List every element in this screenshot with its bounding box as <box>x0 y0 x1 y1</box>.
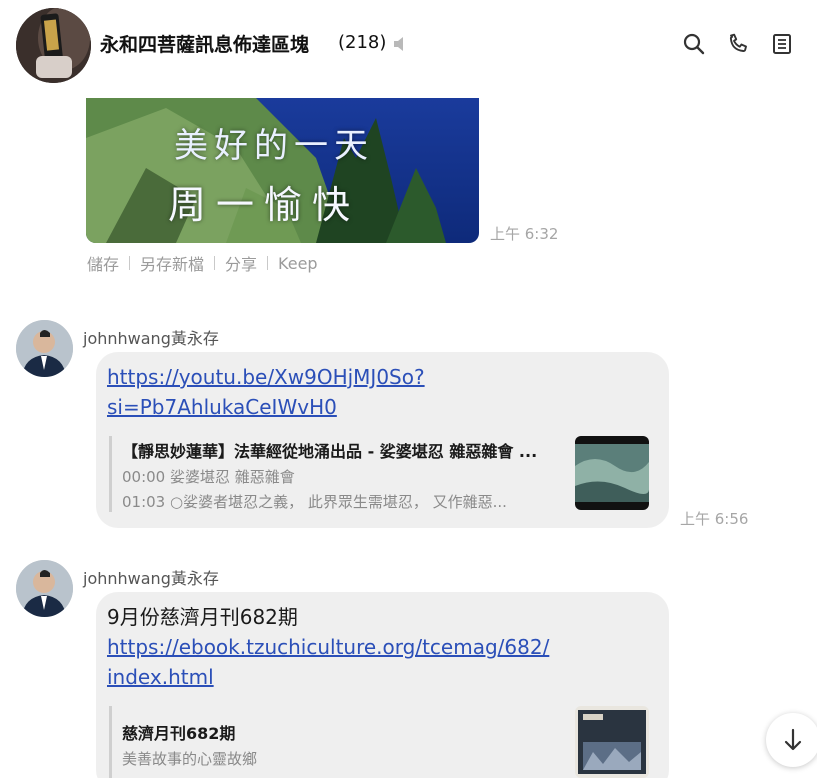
save-as-action[interactable]: 另存新檔 <box>140 251 204 275</box>
message-text: 9月份慈濟月刊682期 <box>107 605 298 629</box>
message-link[interactable]: https://youtu.be/Xw9OHjMJ0So? <box>107 362 425 392</box>
link-preview[interactable]: 【靜思妙蓮華】法華經從地涌出品 - 娑婆堪忍 雜惡雜會 ... 00:00 娑婆… <box>109 436 654 512</box>
image-message[interactable]: 美好的一天 周一愉快 <box>86 98 479 243</box>
search-icon[interactable] <box>682 32 706 56</box>
message-time: 上午 6:32 <box>490 225 559 243</box>
message-link[interactable]: https://ebook.tzuchiculture.org/tcemag/6… <box>107 632 549 662</box>
image-actions: 儲存 另存新檔 分享 Keep <box>87 251 318 275</box>
divider <box>129 256 131 270</box>
link-preview-description: 00:00 娑婆堪忍 雜惡雜會 <box>122 468 295 486</box>
link-preview-title: 慈濟月刊682期 <box>122 724 236 743</box>
member-count: (218) <box>338 32 387 53</box>
sender-avatar[interactable] <box>16 560 73 617</box>
sender-name: johnhwang黃永存 <box>83 329 219 348</box>
link-preview-description: 美善故事的心靈故鄉 <box>122 750 258 768</box>
sender-avatar[interactable] <box>16 320 73 377</box>
share-action[interactable]: 分享 <box>225 251 257 275</box>
message-time: 上午 6:56 <box>680 510 749 528</box>
link-preview-title: 【靜思妙蓮華】法華經從地涌出品 - 娑婆堪忍 雜惡雜會 ... <box>122 442 538 461</box>
group-avatar[interactable] <box>16 8 91 83</box>
message-link[interactable]: si=Pb7AhlukaCeIWvH0 <box>107 392 425 422</box>
sender-name: johnhwang黃永存 <box>83 569 219 588</box>
link-preview[interactable]: 慈濟月刊682期 美善故事的心靈故鄉 <box>109 706 654 778</box>
message-bubble: https://youtu.be/Xw9OHjMJ0So? si=Pb7Ahlu… <box>96 352 669 528</box>
speaker-muted-icon <box>391 34 411 54</box>
message-bubble: 9月份慈濟月刊682期 https://ebook.tzuchiculture.… <box>96 592 669 778</box>
link-preview-thumbnail <box>575 436 649 510</box>
message-link[interactable]: index.html <box>107 662 549 692</box>
divider <box>267 256 269 270</box>
link-preview-thumbnail <box>575 706 649 778</box>
phone-icon[interactable] <box>726 32 750 56</box>
image-caption-line2: 周一愉快 <box>168 183 361 227</box>
chat-header: 永和四菩薩訊息佈達區塊 (218) <box>0 0 817 92</box>
notes-icon[interactable] <box>770 32 794 56</box>
image-caption-line1: 美好的一天 <box>174 126 374 166</box>
scroll-to-bottom-button[interactable] <box>766 713 817 767</box>
link-preview-description: 01:03 ○娑婆者堪忍之義， 此界眾生需堪忍， 又作雜惡... <box>122 493 507 511</box>
arrow-down-icon <box>784 728 802 751</box>
group-title: 永和四菩薩訊息佈達區塊 <box>100 34 310 56</box>
divider <box>214 256 216 270</box>
keep-action[interactable]: Keep <box>278 254 318 273</box>
save-action[interactable]: 儲存 <box>87 251 119 275</box>
